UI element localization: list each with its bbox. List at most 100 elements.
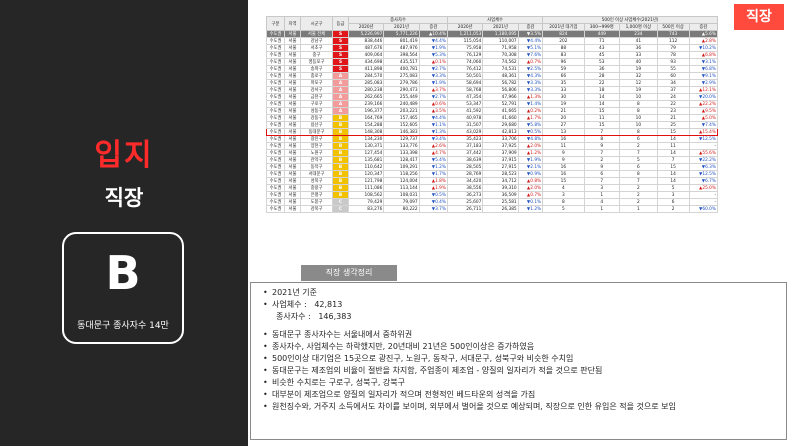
table-cell: ▼1.2% xyxy=(418,163,449,171)
table-cell: 53,347 xyxy=(447,100,484,108)
table-cell: 93 xyxy=(656,58,690,66)
table-cell: 40,978 xyxy=(447,114,484,122)
table-cell: ▼2.7% xyxy=(418,65,449,73)
table-row: 수도권 서울 강동구 B 164,769 157,465 ▼4.4% 40,978 41,660… xyxy=(266,114,719,122)
table-cell: 37,915 xyxy=(482,156,519,164)
table-cell: 수도권 xyxy=(266,142,285,150)
table-cell: ▼2.5% xyxy=(517,65,544,73)
sub-header-cell: 500인 이상 xyxy=(656,23,690,31)
table-cell: ▼5.8% xyxy=(517,121,544,129)
table-cell: 284,570 xyxy=(347,72,385,80)
table-cell: 수도권 xyxy=(266,205,285,213)
table-cell: ▼9.1% xyxy=(688,72,719,80)
table-cell: 수도권 xyxy=(266,184,285,192)
grade-cell: B xyxy=(332,177,349,185)
table-cell: - xyxy=(688,198,719,206)
table-cell: 5 xyxy=(656,184,690,192)
table-cell: 27 xyxy=(542,121,585,129)
table-cell: 290,473 xyxy=(383,86,420,94)
table-cell: 서울 xyxy=(284,198,301,206)
grade-cell: S xyxy=(332,51,349,59)
table-cell: 28,769 xyxy=(447,170,484,178)
section-title: 입지 xyxy=(94,138,154,173)
table-cell: 38,556 xyxy=(447,184,484,192)
table-cell: ▲4.7% xyxy=(418,149,449,157)
table-cell: ▲10.4% xyxy=(418,30,449,38)
table-cell: 서울 xyxy=(284,121,301,129)
table-cell: 서울 xyxy=(284,51,301,59)
grade-cell: S xyxy=(332,37,349,45)
table-cell: ▼3.1% xyxy=(688,58,719,66)
table-cell: ▲5.0% xyxy=(688,114,719,122)
grade-cell: S xyxy=(332,65,349,73)
table-cell: ▼3.5% xyxy=(517,30,544,38)
table-cell: 7 xyxy=(583,128,621,136)
table-cell: 서울 xyxy=(284,65,301,73)
table-cell: 28,505 xyxy=(447,163,484,171)
table-cell: 127,454 xyxy=(347,149,385,157)
table-cell: 9 xyxy=(583,142,621,150)
table-cell: 279,786 xyxy=(383,79,420,87)
table-cell: 45 xyxy=(583,51,621,59)
grade-cell: S xyxy=(332,30,349,38)
table-cell: 11 xyxy=(656,142,690,150)
table-cell: ▼1.4% xyxy=(517,100,544,108)
table-cell: 36,509 xyxy=(482,191,519,199)
table-cell: 26,385 xyxy=(482,205,519,213)
grade-cell: B xyxy=(332,163,349,171)
note-businesses-value: 42,813 xyxy=(314,300,343,309)
table-cell: 43 xyxy=(583,44,621,52)
table-cell: 275,083 xyxy=(383,72,420,80)
table-cell: 서울 xyxy=(284,72,301,80)
table-cell: 34 xyxy=(656,79,690,87)
grade-cell: B xyxy=(332,128,349,136)
table-cell: 80,222 xyxy=(383,205,420,213)
grade-cell: C xyxy=(332,205,349,213)
header-grade: 등급 xyxy=(332,16,349,31)
table-cell: ▲0.1% xyxy=(418,58,449,66)
table-cell: ▼7.4% xyxy=(688,121,719,129)
table-cell: 9 xyxy=(583,163,621,171)
table-cell: - xyxy=(688,142,719,150)
table-cell: 수도권 xyxy=(266,86,285,94)
table-cell: 마포구 xyxy=(300,79,333,87)
table-cell: ▼0.5% xyxy=(418,191,449,199)
table-cell: 서울 xyxy=(284,44,301,52)
table-cell: 108,562 xyxy=(347,191,385,199)
table-cell: 35 xyxy=(542,79,585,87)
table-cell: 7 xyxy=(619,149,658,157)
table-cell: 수도권 xyxy=(266,177,285,185)
table-cell: ▼4.4% xyxy=(418,114,449,122)
table-cell: 서울 xyxy=(284,142,301,150)
table-cell: 36,273 xyxy=(447,191,484,199)
table-cell: 2 xyxy=(619,191,658,199)
table-cell: ▲25.0% xyxy=(688,184,719,192)
note-employees-value: 146,383 xyxy=(318,312,352,321)
table-cell: ▼0.5% xyxy=(517,128,544,136)
table-cell: 서울 xyxy=(284,184,301,192)
table-cell: 광진구 xyxy=(300,135,333,143)
table-cell: 56,806 xyxy=(482,86,519,94)
table-cell: 109,291 xyxy=(383,163,420,171)
table-cell: 28,523 xyxy=(482,170,519,178)
table-cell: 수도권 xyxy=(266,44,285,52)
table-cell: 서울 xyxy=(284,135,301,143)
table-cell: ▼4.3% xyxy=(517,72,544,80)
table-cell: 수도권 xyxy=(266,93,285,101)
table-cell: 25,581 xyxy=(482,198,519,206)
table-cell: ▲6.8% xyxy=(688,51,719,59)
table-cell: 송파구 xyxy=(300,65,333,73)
grade-cell: A xyxy=(332,86,349,94)
table-cell: 15 xyxy=(583,121,621,129)
sub-header-cell: 2020년 xyxy=(347,23,385,31)
table-cell: 7 xyxy=(656,156,690,164)
table-cell: 서울 xyxy=(284,156,301,164)
table-cell: 14 xyxy=(656,170,690,178)
table-row: 수도권 서울 강남구 S 838,446 801,419 ▼4.4% 115,054 110,0… xyxy=(266,37,719,45)
grade-cell: B xyxy=(332,142,349,150)
table-cell: 영등포구 xyxy=(300,58,333,66)
table-body: 수도권 서울 서울 전체 S 5,226,997 5,771,226 ▲10.4% 1,211… xyxy=(266,30,719,213)
table-cell: 30 xyxy=(542,93,585,101)
table-cell: 60 xyxy=(656,72,690,80)
table-cell: 37,183 xyxy=(447,142,484,150)
